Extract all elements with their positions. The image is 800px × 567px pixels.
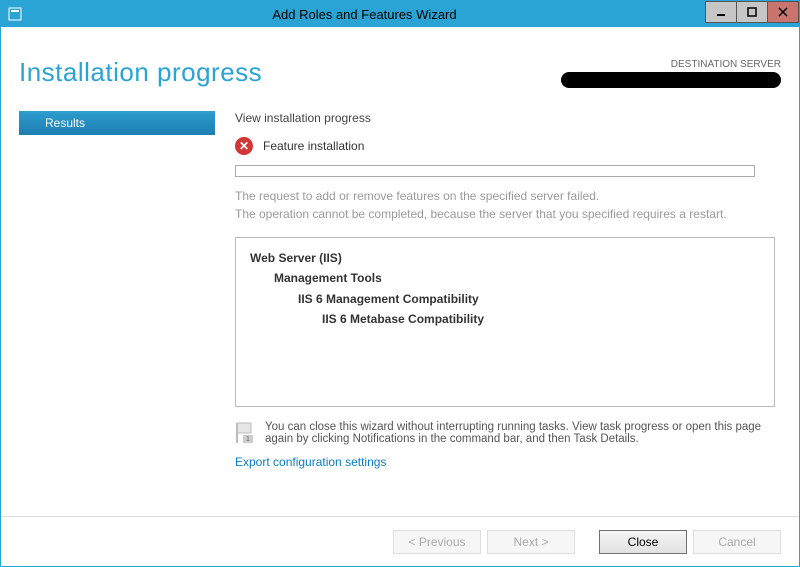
error-line-2: The operation cannot be completed, becau… [235, 205, 775, 223]
window-controls [706, 1, 799, 23]
destination-server-block: DESTINATION SERVER [561, 57, 781, 91]
features-box: Web Server (IIS) Management Tools IIS 6 … [235, 237, 775, 407]
next-button: Next > [487, 530, 575, 554]
error-icon: ✕ [235, 137, 253, 155]
close-button[interactable]: Close [599, 530, 687, 554]
wizard-window: Add Roles and Features Wizard Installati… [0, 0, 800, 567]
export-config-link[interactable]: Export configuration settings [235, 455, 781, 469]
cancel-button: Cancel [693, 530, 781, 554]
sidebar: Results [19, 111, 215, 502]
feature-level-2: IIS 6 Management Compatibility [298, 289, 760, 309]
sidebar-item-label: Results [45, 116, 85, 130]
status-text: Feature installation [263, 139, 364, 153]
feature-level-1: Management Tools [274, 268, 760, 288]
close-window-button[interactable] [767, 1, 799, 23]
titlebar: Add Roles and Features Wizard [1, 1, 799, 27]
destination-server-label: DESTINATION SERVER [561, 59, 781, 70]
feature-level-3: IIS 6 Metabase Compatibility [322, 309, 760, 329]
flag-icon: 1 [235, 421, 255, 445]
progress-bar [235, 165, 755, 177]
error-line-1: The request to add or remove features on… [235, 187, 775, 205]
app-icon [7, 6, 23, 22]
destination-server-name-redacted [561, 72, 781, 88]
minimize-button[interactable] [705, 1, 737, 23]
status-row: ✕ Feature installation [235, 137, 781, 155]
error-message: The request to add or remove features on… [235, 187, 775, 223]
window-title: Add Roles and Features Wizard [23, 7, 706, 22]
footer: < Previous Next > Close Cancel [1, 516, 799, 566]
body-row: Results View installation progress ✕ Fea… [19, 111, 781, 502]
view-progress-label: View installation progress [235, 111, 781, 125]
main-panel: View installation progress ✕ Feature ins… [215, 111, 781, 502]
sidebar-item-results[interactable]: Results [19, 111, 215, 135]
note-text: You can close this wizard without interr… [265, 421, 775, 445]
maximize-button[interactable] [736, 1, 768, 23]
svg-text:1: 1 [246, 436, 250, 443]
feature-level-0: Web Server (IIS) [250, 248, 760, 268]
header-row: Installation progress DESTINATION SERVER [19, 57, 781, 91]
content-area: Installation progress DESTINATION SERVER… [1, 27, 799, 516]
bottom-note: 1 You can close this wizard without inte… [235, 421, 775, 445]
previous-button: < Previous [393, 530, 481, 554]
page-heading: Installation progress [19, 57, 262, 88]
